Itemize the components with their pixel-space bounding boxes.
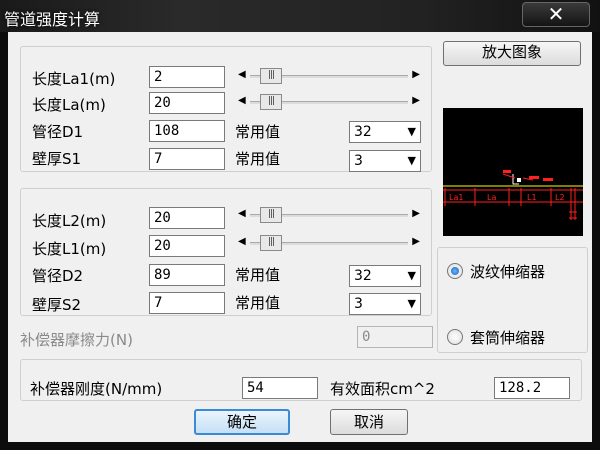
slider-thumb[interactable]: ||| [260,207,282,223]
diagram-label-l1: L1 [527,193,537,202]
close-button[interactable]: ✕ [522,2,590,27]
label-common-d1: 常用值 [235,123,281,141]
dialog-client-area: 长度La1(m) 2 ◀ ||| ▶ 长度La(m) 20 ◀ ||| ▶ 管径… [8,32,592,442]
label-s2: 壁厚S2 [32,296,82,314]
chevron-down-icon[interactable]: ▼ [408,294,416,314]
la-input[interactable]: 20 [149,92,225,114]
l1-input[interactable]: 20 [149,235,225,257]
la1-input[interactable]: 2 [149,66,225,88]
ok-button[interactable]: 确定 [194,409,290,435]
slider-right-arrow-icon[interactable]: ▶ [412,69,420,80]
close-icon: ✕ [547,2,565,26]
d1-input[interactable]: 108 [149,120,225,142]
label-l1: 长度L1(m) [32,240,107,258]
label-common-s1: 常用值 [235,150,281,168]
stiffness-input[interactable]: 54 [242,377,318,399]
pipe-diagram-preview: La1 La L1 L2 [443,108,583,236]
diagram-label-l2: L2 [555,193,565,202]
label-d2: 管径D2 [32,267,84,285]
label-sleeve: 套筒伸缩器 [470,329,546,347]
combo-value: 3 [354,153,363,169]
slider-right-arrow-icon[interactable]: ▶ [412,208,420,219]
dialog-window: 管道强度计算 ✕ 长度La1(m) 2 ◀ ||| ▶ 长度La(m) 20 ◀… [0,0,600,450]
cancel-button[interactable]: 取消 [330,409,408,435]
label-stiffness: 补偿器刚度(N/mm) [30,380,163,398]
label-s1: 壁厚S1 [32,150,82,168]
combo-value: 32 [354,124,372,140]
slider-left-arrow-icon[interactable]: ◀ [238,236,246,247]
diagram-label-la1: La1 [449,193,463,202]
d2-input[interactable]: 89 [149,264,225,286]
slider-left-arrow-icon[interactable]: ◀ [238,208,246,219]
zoom-image-button[interactable]: 放大图象 [443,41,581,66]
s2-input[interactable]: 7 [149,292,225,314]
title-bar[interactable]: 管道强度计算 ✕ [0,0,600,32]
s1-common-select[interactable]: 3 ▼ [349,150,421,172]
slider-thumb[interactable]: ||| [260,94,282,110]
label-effective-area: 有效面积cm^2 [330,380,435,398]
s2-common-select[interactable]: 3 ▼ [349,293,421,315]
diagram-label-la: La [487,193,496,202]
combo-value: 32 [354,268,372,284]
label-common-d2: 常用值 [235,266,281,284]
slider-left-arrow-icon[interactable]: ◀ [238,69,246,80]
slider-thumb[interactable]: ||| [260,68,282,84]
l1-slider[interactable]: ◀ ||| ▶ [236,233,422,253]
d1-common-select[interactable]: 32 ▼ [349,121,421,143]
slider-right-arrow-icon[interactable]: ▶ [412,236,420,247]
friction-input: 0 [357,326,433,348]
label-la1: 长度La1(m) [32,70,116,88]
pipe-diagram-svg: La1 La L1 L2 [443,170,583,220]
la1-slider[interactable]: ◀ ||| ▶ [236,66,422,86]
la-slider[interactable]: ◀ ||| ▶ [236,92,422,112]
combo-value: 3 [354,296,363,312]
bellows-radio[interactable] [447,263,463,279]
effective-area-input[interactable]: 128.2 [494,377,570,399]
label-la: 长度La(m) [32,96,106,114]
l2-slider[interactable]: ◀ ||| ▶ [236,205,422,225]
label-l2: 长度L2(m) [32,212,107,230]
slider-right-arrow-icon[interactable]: ▶ [412,95,420,106]
l2-input[interactable]: 20 [149,207,225,229]
label-common-s2: 常用值 [235,294,281,312]
window-title: 管道强度计算 [4,10,101,29]
chevron-down-icon[interactable]: ▼ [408,266,416,286]
slider-thumb[interactable]: ||| [260,235,282,251]
label-friction: 补偿器摩擦力(N) [20,331,133,349]
chevron-down-icon[interactable]: ▼ [408,122,416,142]
d2-common-select[interactable]: 32 ▼ [349,265,421,287]
s1-input[interactable]: 7 [149,148,225,170]
chevron-down-icon[interactable]: ▼ [408,151,416,171]
sleeve-radio[interactable] [447,329,463,345]
slider-left-arrow-icon[interactable]: ◀ [238,95,246,106]
label-d1: 管径D1 [32,123,84,141]
label-bellows: 波纹伸缩器 [470,263,546,281]
